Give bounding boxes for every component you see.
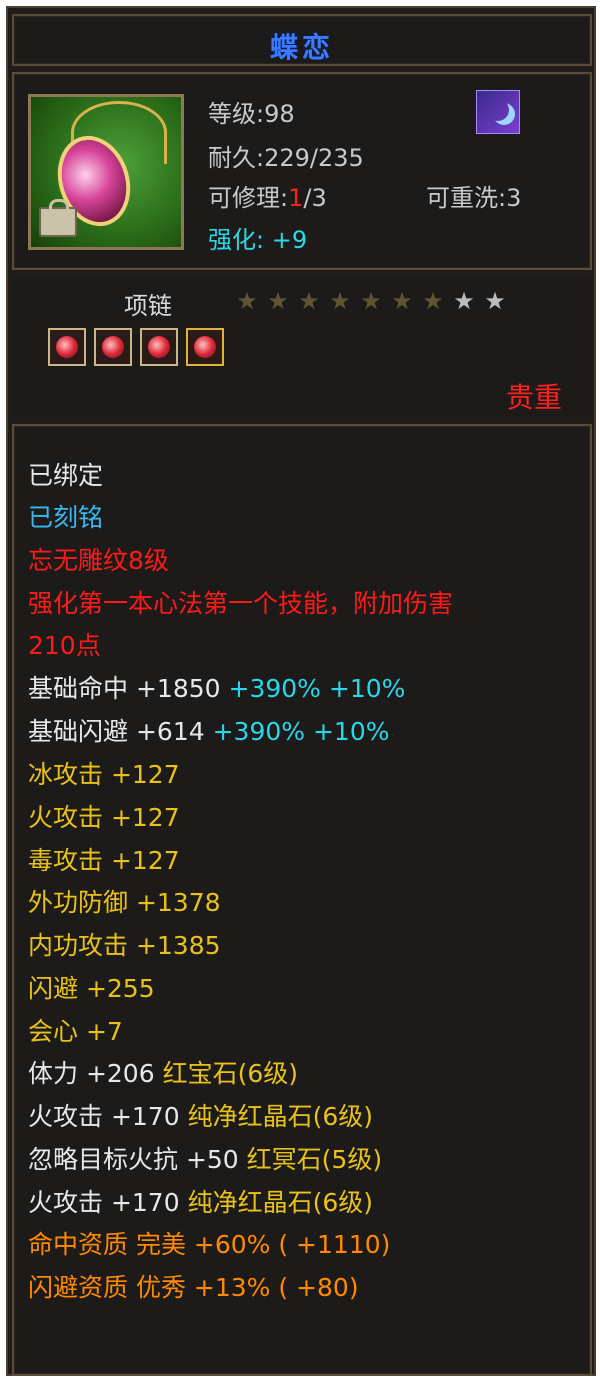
rewash-text: 可重洗:3: [426, 184, 522, 212]
moon-icon[interactable]: [476, 90, 520, 134]
star-icon: ★: [360, 287, 382, 315]
attr-line: 火攻击 +127: [28, 803, 180, 832]
hit-aptitude-line: 命中资质 完美 +60% ( +1110): [28, 1230, 391, 1259]
star-icon: ★: [329, 287, 351, 315]
attr-line: 会心 +7: [28, 1017, 123, 1046]
attr-line: 毒攻击 +127: [28, 846, 180, 875]
dodge-aptitude-line: 闪避资质 优秀 +13% ( +80): [28, 1273, 359, 1302]
item-header-panel: 等级:98 耐久:229/235 可修理:1/3 可重洗:3 强化: +9: [12, 72, 592, 270]
lock-icon: [39, 199, 77, 237]
star-icon: ★: [298, 287, 320, 315]
red-crystal-gem-icon[interactable]: [94, 328, 132, 366]
gem-bonus-line: 火攻击 +170 纯净红晶石(6级): [28, 1102, 373, 1131]
enhance-text: 强化: +9: [208, 226, 308, 254]
item-type-label: 项链: [124, 292, 172, 320]
durability-text: 耐久:229/235: [208, 144, 364, 172]
base-hit-line: 基础命中 +1850 +390% +10%: [28, 674, 406, 703]
engraved-status: 已刻铭: [28, 503, 104, 532]
item-details-panel: 已绑定 已刻铭 忘无雕纹8级 强化第一本心法第一个技能，附加伤害 210点 基础…: [12, 424, 592, 1376]
item-icon-slot[interactable]: [28, 94, 184, 250]
gem-bonus-line: 忽略目标火抗 +50 红冥石(5级): [28, 1145, 383, 1174]
star-icon: ★: [453, 287, 475, 315]
ruby-gem-icon[interactable]: [48, 328, 86, 366]
skill-text-line2: 210点: [28, 631, 101, 660]
star-icon: ★: [391, 287, 413, 315]
pattern-text: 忘无雕纹8级: [28, 546, 169, 575]
level-text: 等级:98: [208, 100, 295, 128]
star-icon: ★: [422, 287, 444, 315]
attr-line: 闪避 +255: [28, 974, 155, 1003]
item-type-panel: 项链 ★ ★ ★ ★ ★ ★ ★ ★ ★ 贵重: [12, 276, 592, 418]
bound-status: 已绑定: [28, 461, 104, 490]
attr-line: 冰攻击 +127: [28, 760, 180, 789]
star-icon: ★: [484, 287, 506, 315]
item-title: 蝶恋: [269, 31, 334, 64]
gem-bonus-line: 火攻击 +170 纯净红晶石(6级): [28, 1188, 373, 1217]
red-crystal-gem-icon[interactable]: [186, 328, 224, 366]
attr-line: 内功攻击 +1385: [28, 931, 221, 960]
repair-text: 可修理:1/3: [208, 184, 327, 212]
star-rating: ★ ★ ★ ★ ★ ★ ★ ★ ★: [234, 288, 508, 314]
gem-sockets: [48, 328, 224, 366]
precious-label: 贵重: [505, 381, 562, 414]
gem-bonus-line: 体力 +206 红宝石(6级): [28, 1059, 298, 1088]
red-nether-gem-icon[interactable]: [140, 328, 178, 366]
base-dodge-line: 基础闪避 +614 +390% +10%: [28, 717, 390, 746]
star-icon: ★: [236, 287, 258, 315]
skill-text-line1: 强化第一本心法第一个技能，附加伤害: [28, 589, 454, 618]
star-icon: ★: [267, 287, 289, 315]
attr-line: 外功防御 +1378: [28, 888, 221, 917]
title-panel: 蝶恋: [12, 14, 592, 66]
